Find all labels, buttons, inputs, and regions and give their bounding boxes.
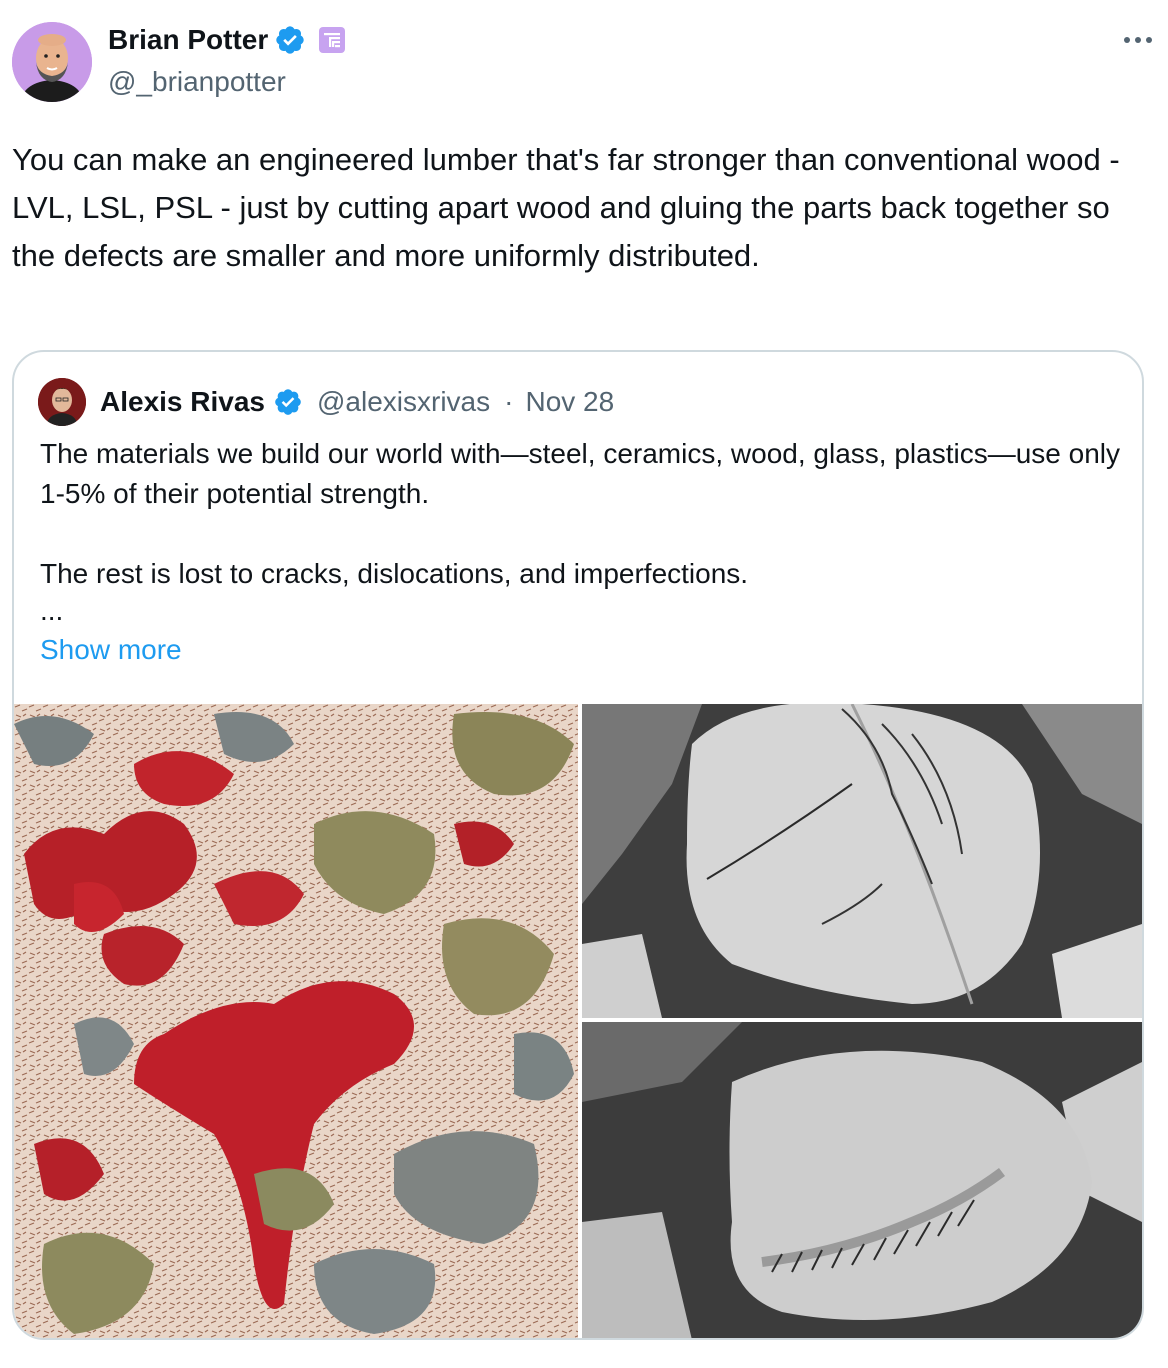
show-more-link[interactable]: Show more	[40, 634, 182, 666]
quoted-author-display-name[interactable]: Alexis Rivas	[100, 386, 265, 418]
quoted-text-line-1: The materials we build our world with—st…	[40, 438, 1120, 509]
quoted-verified-badge-icon[interactable]	[273, 387, 303, 417]
crystal-dislocations-image-2[interactable]	[582, 1022, 1142, 1338]
avatar-illustration	[12, 22, 92, 102]
quoted-tweet-card[interactable]: Alexis Rivas @alexisxrivas · Nov 28 The …	[12, 350, 1144, 1340]
quoted-separator: ·	[504, 386, 514, 417]
verified-badge-icon[interactable]	[274, 24, 306, 56]
author-display-name[interactable]: Brian Potter	[108, 24, 268, 56]
affiliate-badge-icon[interactable]	[318, 26, 346, 54]
tweet-header: Brian Potter @_brianpotter	[12, 20, 1156, 104]
quoted-date[interactable]: Nov 28	[525, 386, 614, 418]
author-avatar[interactable]	[12, 22, 92, 102]
quoted-media-grid	[14, 704, 1142, 1338]
more-horizontal-icon[interactable]	[1120, 22, 1156, 58]
quoted-author-avatar[interactable]	[38, 378, 86, 426]
micrograph-colored-image[interactable]	[14, 704, 578, 1338]
tweet-body-text: You can make an engineered lumber that's…	[12, 142, 1120, 273]
quoted-text-ellipsis: ...	[40, 595, 64, 626]
author-name-row: Brian Potter	[108, 24, 346, 56]
crystal-dislocations-image-1[interactable]	[582, 704, 1142, 1018]
author-handle[interactable]: @_brianpotter	[108, 66, 286, 98]
quoted-author-handle[interactable]: @alexisxrivas	[317, 386, 490, 418]
quoted-tweet-text: The materials we build our world with—st…	[40, 434, 1130, 628]
quoted-tweet-header: Alexis Rivas @alexisxrivas · Nov 28	[38, 378, 614, 426]
quoted-text-line-2: The rest is lost to cracks, dislocations…	[40, 558, 749, 589]
